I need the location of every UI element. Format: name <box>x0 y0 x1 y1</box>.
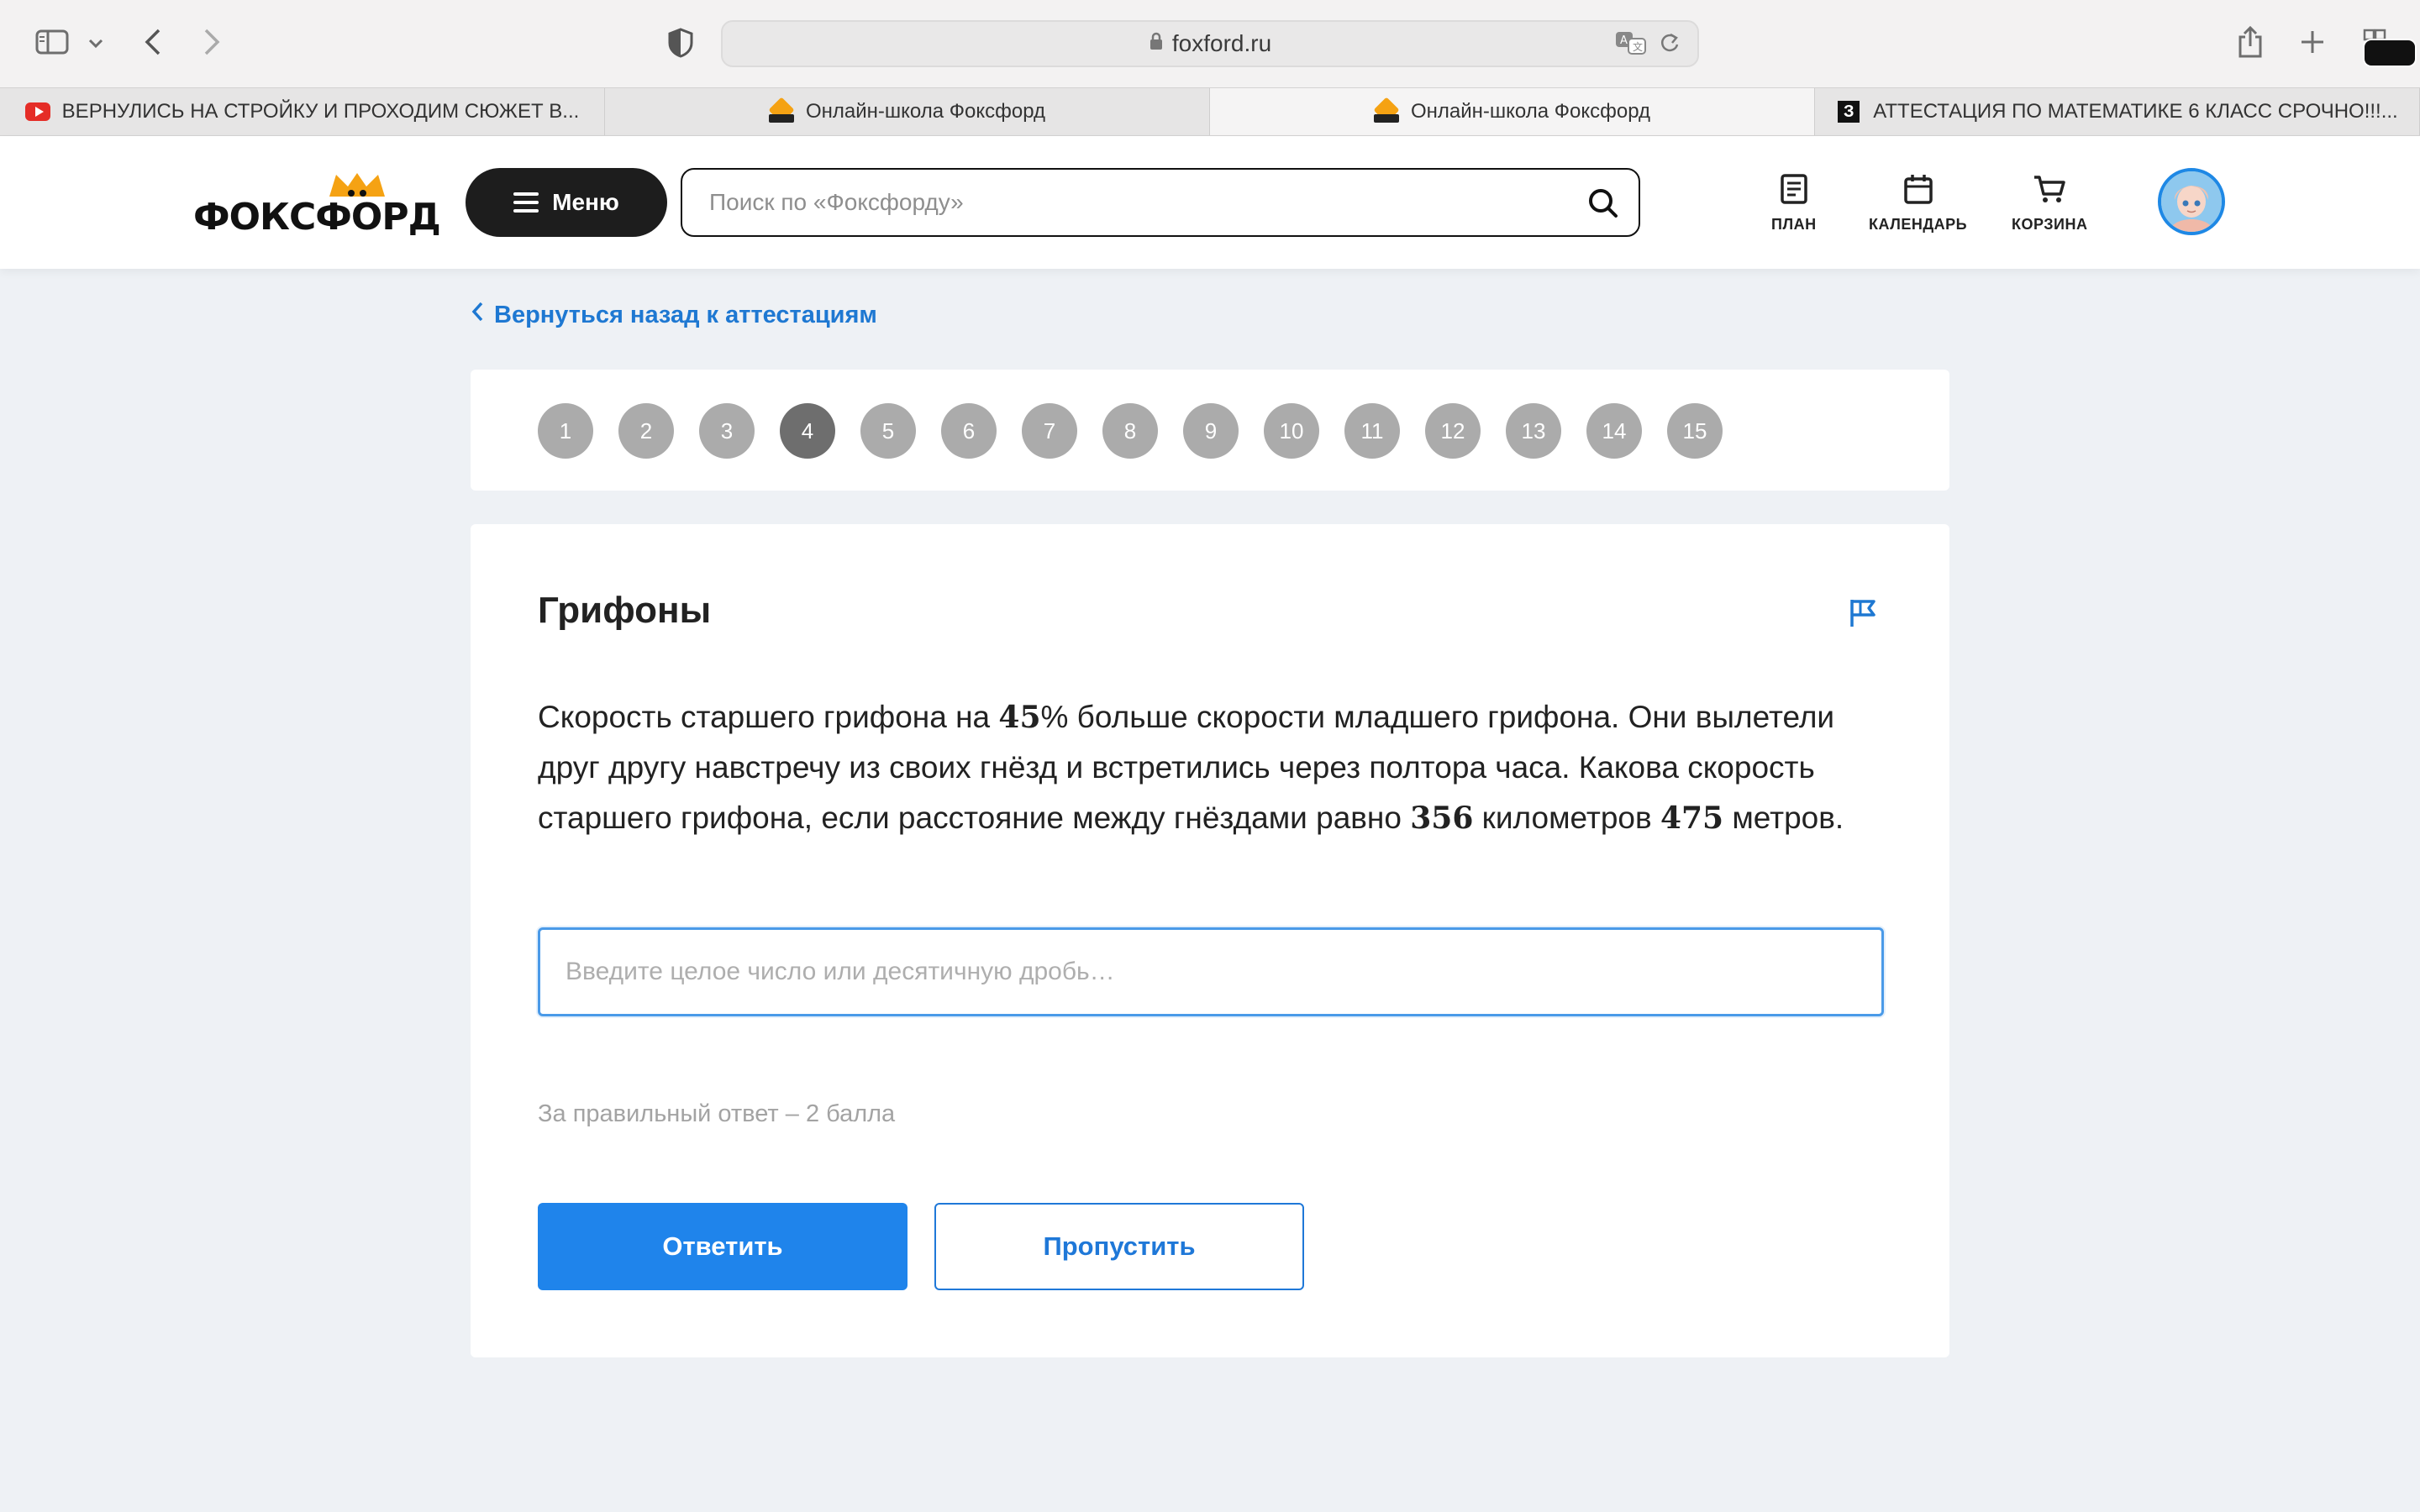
lock-icon <box>1149 32 1164 55</box>
youtube-icon <box>24 99 50 124</box>
share-icon[interactable] <box>2235 24 2265 60</box>
nav-plan[interactable]: ПЛАН <box>1771 173 1817 234</box>
back-link-label: Вернуться назад к аттестациям <box>494 301 877 328</box>
svg-text:文: 文 <box>1633 40 1643 53</box>
question-navigator: 1 2 3 4 5 6 7 8 9 10 11 12 13 14 15 <box>471 370 1949 491</box>
question-number-10[interactable]: 10 <box>1264 403 1319 459</box>
tab-attestation[interactable]: З АТТЕСТАЦИЯ ПО МАТЕМАТИКЕ 6 КЛАСС СРОЧН… <box>1815 88 2420 135</box>
statement-part: километров <box>1473 801 1660 835</box>
z-icon: З <box>1836 99 1861 124</box>
shield-icon[interactable] <box>664 25 697 60</box>
site-header: ФОКСФОРД Меню Поиск по «Фоксфорду» ПЛАН … <box>0 136 2420 269</box>
browser-toolbar: foxford.ru A文 <box>0 0 2420 87</box>
tab-title: АТТЕСТАЦИЯ ПО МАТЕМАТИКЕ 6 КЛАСС СРОЧНО!… <box>1873 100 2398 123</box>
foxford-logo[interactable]: ФОКСФОРД <box>193 171 441 239</box>
new-tab-icon[interactable] <box>2297 27 2328 57</box>
tab-title: Онлайн-школа Фоксфорд <box>805 100 1046 123</box>
address-bar[interactable]: foxford.ru A文 <box>721 20 1699 67</box>
nav-label: КОРЗИНА <box>2012 216 2088 233</box>
task-title: Грифоны <box>538 590 712 631</box>
question-number-3[interactable]: 3 <box>699 403 755 459</box>
foxford-icon <box>768 99 794 124</box>
question-number-13[interactable]: 13 <box>1506 403 1561 459</box>
plan-icon <box>1779 173 1809 209</box>
question-number-7[interactable]: 7 <box>1022 403 1077 459</box>
forward-icon[interactable] <box>197 25 227 59</box>
calendar-icon <box>1902 173 1934 209</box>
search-placeholder: Поиск по «Фоксфорду» <box>709 189 964 215</box>
question-number-12[interactable]: 12 <box>1425 403 1481 459</box>
cart-icon <box>2033 173 2066 209</box>
question-number-15[interactable]: 15 <box>1667 403 1723 459</box>
tab-title: ВЕРНУЛИСЬ НА СТРОЙКУ И ПРОХОДИМ СЮЖЕТ В.… <box>61 100 580 123</box>
task-statement: Скорость старшего грифона на 45% больше … <box>538 692 1899 843</box>
nav-label: КАЛЕНДАРЬ <box>1869 216 1968 233</box>
question-number-9[interactable]: 9 <box>1183 403 1239 459</box>
url-text: foxford.ru <box>1171 30 1272 56</box>
tab-title: Онлайн-школа Фоксфорд <box>1410 100 1651 123</box>
translate-icon[interactable]: A文 <box>1615 30 1647 61</box>
tab-foxford-1[interactable]: Онлайн-школа Фоксфорд <box>605 88 1210 135</box>
tab-strip: ВЕРНУЛИСЬ НА СТРОЙКУ И ПРОХОДИМ СЮЖЕТ В.… <box>0 87 2420 136</box>
m-value: 475 <box>1660 801 1724 836</box>
km-value: 356 <box>1410 801 1474 836</box>
back-to-attestations-link[interactable]: Вернуться назад к аттестациям <box>471 301 877 329</box>
percent-value: 45 <box>998 700 1041 735</box>
question-number-6[interactable]: 6 <box>941 403 997 459</box>
question-number-14[interactable]: 14 <box>1586 403 1642 459</box>
foxford-icon <box>1373 99 1399 124</box>
answer-input[interactable] <box>538 927 1884 1016</box>
menu-icon <box>513 192 539 213</box>
chevron-down-icon[interactable] <box>84 32 108 55</box>
reload-icon[interactable] <box>1659 30 1681 61</box>
flag-icon[interactable] <box>1849 598 1877 633</box>
avatar[interactable] <box>2158 168 2225 235</box>
sidebar-toggle-icon[interactable] <box>34 27 71 57</box>
svg-text:A: A <box>1620 34 1628 47</box>
tab-youtube[interactable]: ВЕРНУЛИСЬ НА СТРОЙКУ И ПРОХОДИМ СЮЖЕТ В.… <box>0 88 605 135</box>
question-number-2[interactable]: 2 <box>618 403 674 459</box>
search-icon[interactable] <box>1586 186 1620 226</box>
logo-text: ФОКСФОРД <box>193 196 441 239</box>
answer-button[interactable]: Ответить <box>538 1203 908 1290</box>
nav-calendar[interactable]: КАЛЕНДАРЬ <box>1869 173 1967 234</box>
statement-part: Скорость старшего грифона на <box>538 700 999 734</box>
statement-part: метров. <box>1723 801 1844 835</box>
question-number-list: 1 2 3 4 5 6 7 8 9 10 11 12 13 14 15 <box>538 403 1723 459</box>
chevron-left-icon <box>471 301 484 329</box>
tab-foxford-2[interactable]: Онлайн-школа Фоксфорд <box>1210 88 1815 135</box>
question-number-5[interactable]: 5 <box>860 403 916 459</box>
question-number-4[interactable]: 4 <box>780 403 835 459</box>
question-number-1[interactable]: 1 <box>538 403 593 459</box>
menu-button[interactable]: Меню <box>466 168 667 237</box>
question-number-8[interactable]: 8 <box>1102 403 1158 459</box>
nav-cart[interactable]: КОРЗИНА <box>2012 173 2087 234</box>
skip-button[interactable]: Пропустить <box>934 1203 1304 1290</box>
menu-label: Меню <box>552 189 619 215</box>
question-number-11[interactable]: 11 <box>1344 403 1400 459</box>
search-input[interactable]: Поиск по «Фоксфорду» <box>681 168 1640 237</box>
nav-label: ПЛАН <box>1771 216 1817 233</box>
points-info: За правильный ответ – 2 балла <box>538 1100 896 1127</box>
task-card: Грифоны Скорость старшего грифона на 45%… <box>471 524 1949 1357</box>
back-icon[interactable] <box>138 25 168 59</box>
tooltip-popup <box>2365 40 2415 66</box>
